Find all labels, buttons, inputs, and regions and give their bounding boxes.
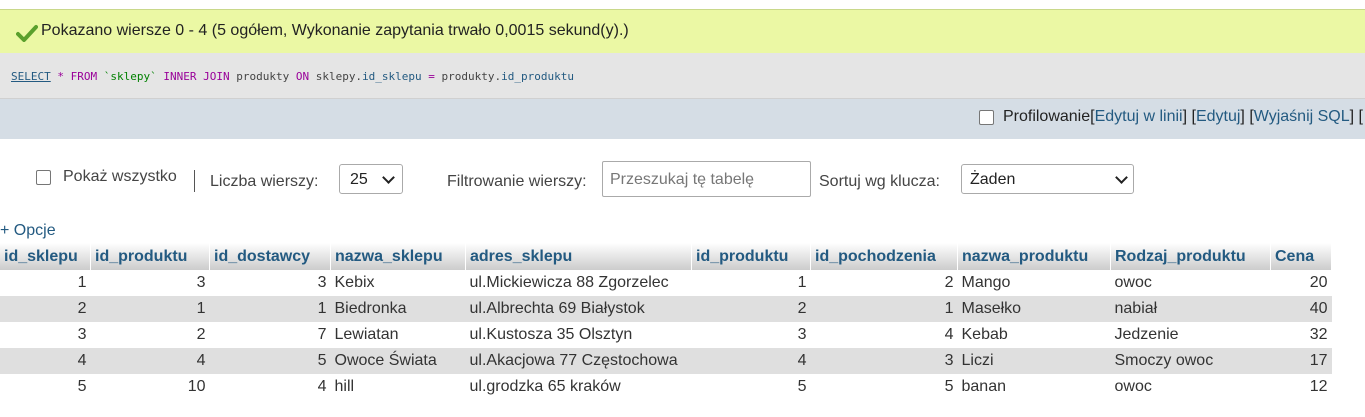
- column-header[interactable]: Rodzaj_produktu: [1110, 243, 1271, 270]
- column-header[interactable]: id_produktu: [90, 243, 210, 270]
- rows-count-label: Liczba wierszy:: [210, 173, 319, 190]
- profiling-checkbox[interactable]: [978, 109, 994, 125]
- navigation-filters: Pokaż wszystko Liczba wierszy: 25 Filtro…: [0, 160, 1365, 200]
- table-header-row: id_sklepu id_produktu id_dostawcy nazwa_…: [0, 243, 1332, 270]
- chevron-down-icon: [382, 171, 395, 184]
- table-row[interactable]: 5 10 4 hill ul.grodzka 65 kraków 5 5 ban…: [0, 374, 1332, 400]
- column-header[interactable]: id_sklepu: [0, 243, 91, 270]
- column-header[interactable]: id_produktu: [691, 243, 811, 270]
- explain-sql-link[interactable]: Wyjaśnij SQL: [1254, 108, 1350, 126]
- rows-count-select[interactable]: 25: [339, 164, 403, 194]
- options-toggle-link[interactable]: + Opcje: [0, 222, 56, 240]
- separator: [194, 170, 195, 192]
- table-row[interactable]: 2 1 1 Biedronka ul.Albrechta 69 Białysto…: [0, 296, 1332, 322]
- query-tools-bar: Profilowanie [ Edytuj w linii ] [ Edytuj…: [0, 99, 1365, 139]
- sql-query-box[interactable]: SELECT * FROM `sklepy` INNER JOIN produk…: [0, 53, 1365, 99]
- query-tools: Profilowanie [ Edytuj w linii ] [ Edytuj…: [978, 108, 1363, 126]
- filter-rows-input[interactable]: Przeszukaj tę tabelę: [602, 161, 811, 197]
- column-header[interactable]: nazwa_sklepu: [330, 243, 466, 270]
- sql-query: SELECT * FROM `sklepy` INNER JOIN produk…: [11, 70, 575, 83]
- filter-rows-label: Filtrowanie wierszy:: [447, 173, 587, 190]
- column-header[interactable]: Cena: [1270, 243, 1332, 270]
- check-icon: [16, 25, 38, 42]
- column-header[interactable]: adres_sklepu: [465, 243, 692, 270]
- sort-by-key-label: Sortuj wg klucza:: [819, 173, 940, 190]
- success-text: Pokazano wiersze 0 - 4 (5 ogółem, Wykona…: [41, 22, 629, 39]
- table-row[interactable]: 1 3 3 Kebix ul.Mickiewicza 88 Zgorzelec …: [0, 270, 1332, 296]
- table-row[interactable]: 3 2 7 Lewiatan ul.Kustosza 35 Olsztyn 3 …: [0, 322, 1332, 348]
- edit-link[interactable]: Edytuj: [1196, 108, 1240, 126]
- show-all-checkbox[interactable]: [36, 170, 51, 185]
- edit-inline-link[interactable]: Edytuj w linii: [1095, 108, 1183, 126]
- show-all-label[interactable]: Pokaż wszystko: [63, 168, 177, 186]
- filter-placeholder: Przeszukaj tę tabelę: [610, 171, 755, 188]
- sql-select-link[interactable]: SELECT: [11, 70, 51, 83]
- sort-by-key-select[interactable]: Żaden: [961, 164, 1134, 194]
- column-header[interactable]: id_pochodzenia: [810, 243, 958, 270]
- results-table: id_sklepu id_produktu id_dostawcy nazwa_…: [0, 243, 1332, 400]
- success-message: Pokazano wiersze 0 - 4 (5 ogółem, Wykona…: [0, 9, 1365, 53]
- chevron-down-icon: [1115, 171, 1128, 184]
- column-header[interactable]: nazwa_produktu: [957, 243, 1111, 270]
- column-header[interactable]: id_dostawcy: [209, 243, 331, 270]
- table-row[interactable]: 4 4 5 Owoce Świata ul.Akacjowa 77 Często…: [0, 348, 1332, 374]
- profiling-label: Profilowanie: [1002, 108, 1091, 125]
